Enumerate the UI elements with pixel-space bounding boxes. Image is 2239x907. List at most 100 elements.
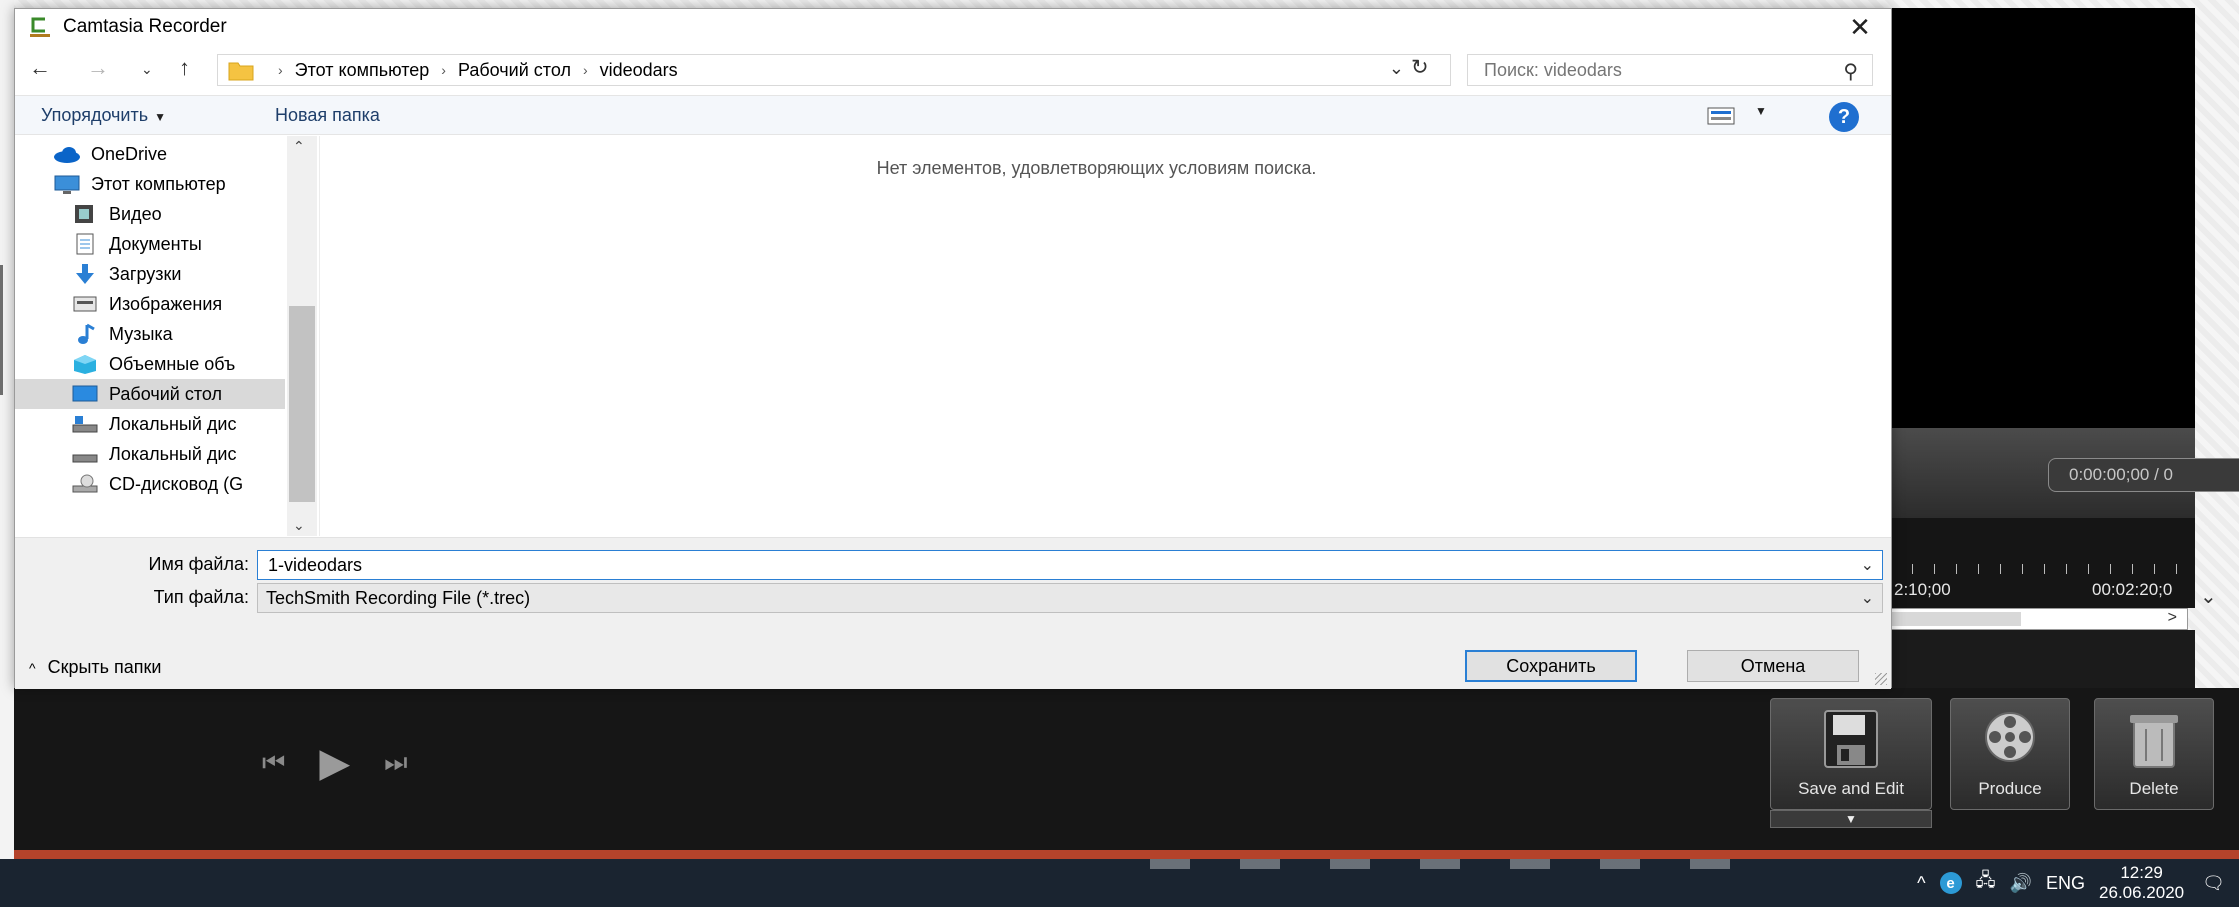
nav-item-label: Локальный дис (109, 443, 237, 464)
scroll-down-icon[interactable]: ⌄ (293, 517, 305, 534)
chevron-right-icon[interactable]: > (2168, 609, 2177, 627)
background-window-edge (0, 0, 14, 907)
download-icon (76, 264, 94, 284)
scrollbar-thumb[interactable] (289, 306, 315, 502)
empty-message: Нет элементов, удовлетворяющих условиям … (876, 158, 1317, 178)
filename-combobox[interactable]: ⌄ (257, 550, 1883, 580)
skip-back-icon[interactable]: ⏮ (262, 747, 285, 779)
resize-grip[interactable] (1875, 673, 1887, 685)
camtasia-preview-area (1890, 8, 2195, 428)
recent-locations-chevron-icon[interactable]: ⌄ (141, 61, 153, 78)
pictures-icon (73, 296, 97, 312)
cancel-button[interactable]: Отмена (1687, 650, 1859, 682)
help-icon[interactable]: ? (1829, 102, 1859, 132)
caret-down-icon: ▼ (154, 110, 167, 124)
chevron-up-icon: ^ (29, 659, 36, 676)
caret-down-icon[interactable]: ▼ (1755, 104, 1767, 118)
nav-item-music[interactable]: Музыка (15, 319, 285, 349)
breadcrumb-item[interactable]: videodars (600, 60, 678, 81)
save-button[interactable]: Сохранить (1465, 650, 1637, 682)
back-arrow-icon[interactable]: ← (29, 55, 51, 81)
browser-icon[interactable]: e (1939, 872, 1962, 894)
scroll-up-icon[interactable]: ⌃ (293, 138, 305, 155)
camtasia-timeline-scrollbar[interactable]: > (1890, 608, 2188, 630)
language-indicator[interactable]: ENG (2046, 873, 2085, 894)
forward-arrow-icon[interactable]: → (87, 55, 109, 81)
play-icon[interactable]: ▶ (319, 740, 350, 786)
command-bar: Упорядочить ▼ Новая папка ▼ ? (15, 95, 1891, 135)
chevron-right-icon: › (278, 62, 283, 78)
taskbar: ^ e 🖧 🔊 ENG 12:29 26.06.2020 🗨 (0, 859, 2239, 907)
delete-button[interactable]: Delete (2094, 698, 2214, 810)
nav-item-pictures[interactable]: Изображения (15, 289, 285, 319)
camtasia-track-area (1890, 630, 2195, 690)
film-reel-icon (1985, 712, 2035, 762)
nav-item-cd-drive[interactable]: CD-дисковод (G (15, 469, 285, 499)
dialog-footer: Имя файла: ⌄ Тип файла: TechSmith Record… (15, 537, 1891, 689)
nav-item-downloads[interactable]: Загрузки (15, 259, 285, 289)
nav-item-this-pc[interactable]: Этот компьютер (15, 169, 285, 199)
camtasia-time-display: 0:00:00;00 / 0 (2048, 458, 2239, 492)
nav-item-desktop[interactable]: Рабочий стол (15, 379, 285, 409)
clock-time: 12:29 (2120, 863, 2163, 882)
save-and-edit-button[interactable]: Save and Edit (1770, 698, 1932, 810)
chevron-down-icon[interactable]: ⌄ (1861, 555, 1874, 575)
produce-button[interactable]: Produce (1950, 698, 2070, 810)
filename-label: Имя файла: (148, 554, 249, 574)
nav-item-label: Музыка (109, 323, 173, 344)
filename-input[interactable] (268, 554, 1828, 576)
search-box[interactable]: ⚲ (1467, 54, 1873, 86)
view-options-icon[interactable] (1707, 107, 1735, 125)
dialog-titlebar[interactable]: Camtasia Recorder ✕ (15, 9, 1891, 45)
camtasia-timeline-ruler[interactable]: 2:10;00 00:02:20;0 (1890, 518, 2195, 608)
filetype-select[interactable]: TechSmith Recording File (*.trec) ⌄ (257, 583, 1883, 613)
organize-menu[interactable]: Упорядочить ▼ (41, 105, 166, 126)
nav-item-3d-objects[interactable]: Объемные объ (15, 349, 285, 379)
up-arrow-icon[interactable]: ↑ (179, 55, 190, 81)
speaker-icon[interactable]: 🔊 (2010, 873, 2032, 894)
skip-forward-icon[interactable]: ⏭ (384, 747, 407, 779)
network-icon[interactable]: 🖧 (1976, 868, 1996, 898)
search-icon[interactable]: ⚲ (1843, 59, 1858, 84)
address-bar[interactable]: › Этот компьютер › Рабочий стол › videod… (217, 54, 1451, 86)
local-disk-icon (72, 454, 98, 463)
documents-icon (76, 233, 94, 255)
nav-item-onedrive[interactable]: OneDrive (15, 139, 285, 169)
nav-item-documents[interactable]: Документы (15, 229, 285, 259)
nav-item-label: OneDrive (91, 143, 168, 164)
breadcrumb-item[interactable]: Рабочий стол (458, 60, 571, 81)
nav-item-video[interactable]: Видео (15, 199, 285, 229)
nav-item-label: Загрузки (109, 263, 182, 284)
chevron-down-icon[interactable]: ⌄ (1861, 588, 1874, 608)
floppy-disk-icon (1824, 710, 1878, 768)
camtasia-icon (30, 17, 50, 37)
nav-item-label: Изображения (109, 293, 223, 314)
scrollbar-thumb[interactable] (1891, 612, 2021, 626)
nav-item-local-disk[interactable]: Локальный дис (15, 409, 285, 439)
nav-item-label: Рабочий стол (109, 383, 222, 404)
search-input[interactable] (1484, 59, 1824, 81)
chevron-down-icon[interactable]: ⌄ (2200, 584, 2217, 609)
dialog-title: Camtasia Recorder (63, 16, 227, 37)
notification-icon[interactable]: 🗨 (2202, 873, 2225, 894)
hide-folders-toggle[interactable]: ^ Скрыть папки (29, 657, 161, 678)
nav-pane-scrollbar[interactable]: ⌃ ⌄ (287, 136, 317, 536)
chevron-down-icon[interactable]: ⌄ (1389, 58, 1404, 79)
save-and-edit-dropdown[interactable]: ▼ (1770, 810, 1932, 828)
breadcrumb-item[interactable]: Этот компьютер (295, 60, 430, 81)
new-folder-button[interactable]: Новая папка (275, 105, 380, 126)
nav-item-local-disk[interactable]: Локальный дис (15, 439, 285, 469)
file-list[interactable]: Нет элементов, удовлетворяющих условиям … (319, 136, 1873, 536)
local-disk-icon (72, 416, 98, 433)
chevron-up-icon[interactable]: ^ (1917, 873, 1925, 894)
3d-objects-icon (74, 355, 96, 374)
system-tray: ^ e 🖧 🔊 ENG 12:29 26.06.2020 🗨 (1917, 859, 2239, 907)
nav-item-label: Объемные объ (109, 353, 236, 374)
button-label: Save and Edit (1798, 779, 1904, 798)
refresh-icon[interactable]: ↻ (1411, 55, 1429, 80)
camtasia-status-strip (14, 850, 2239, 859)
clock[interactable]: 12:29 26.06.2020 (2099, 863, 2184, 903)
chevron-right-icon[interactable]: › (441, 62, 446, 78)
chevron-right-icon[interactable]: › (583, 62, 588, 78)
close-icon[interactable]: ✕ (1829, 9, 1891, 45)
